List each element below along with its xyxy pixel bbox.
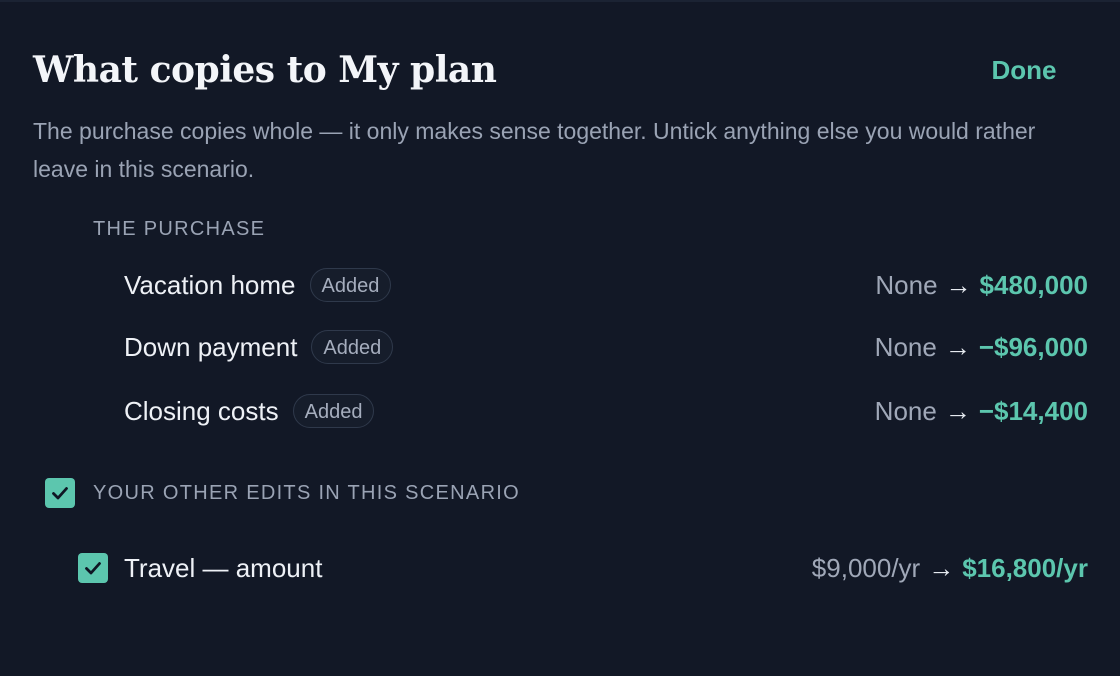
new-value: −$14,400 [978,395,1088,426]
purchase-item-closing-costs: Closing costs Added None → −$14,400 [124,389,1088,433]
new-value: $480,000 [979,269,1088,300]
purchase-item-vacation-home: Vacation home Added None → $480,000 [124,263,1088,307]
other-edits-checkbox[interactable] [45,478,75,508]
old-value: $9,000/yr [811,552,921,583]
checkmark-icon [85,562,101,575]
copy-to-plan-dialog: What copies to My plan Done The purchase… [0,0,1120,676]
added-badge: Added [311,330,394,364]
other-edit-item-travel-amount: Travel — amount $9,000/yr → $16,800/yr [124,546,1088,590]
added-badge: Added [309,268,392,302]
arrow-icon: → [944,331,971,362]
added-badge: Added [292,394,375,428]
checkmark-icon [52,487,68,500]
item-label: Travel — amount [124,552,323,583]
new-value: −$96,000 [978,331,1088,362]
old-value: None [874,331,937,362]
item-label: Down payment [124,331,298,362]
item-label: Vacation home [124,269,296,300]
arrow-icon: → [928,552,955,583]
old-value: None [875,269,938,300]
arrow-icon: → [945,269,972,300]
done-button[interactable]: Done [968,50,1080,90]
dialog-title: What copies to My plan [33,49,497,91]
new-value: $16,800/yr [962,552,1088,583]
old-value: None [874,395,937,426]
purchase-section-heading: THE PURCHASE [93,218,266,240]
dialog-description: The purchase copies whole — it only make… [33,118,1036,182]
travel-amount-checkbox[interactable] [78,553,108,583]
purchase-item-down-payment: Down payment Added None → −$96,000 [124,325,1088,369]
other-edits-section-heading: YOUR OTHER EDITS IN THIS SCENARIO [93,482,521,504]
item-label: Closing costs [124,395,279,426]
arrow-icon: → [944,395,971,426]
